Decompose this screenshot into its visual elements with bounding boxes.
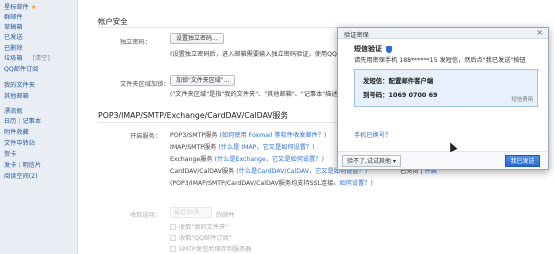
checkbox[interactable] xyxy=(170,224,176,230)
independent-password-desc: (设置独立密码后，进入邮箱需要输入独立密码验证，使用QQ邮箱需 xyxy=(170,51,356,58)
sidebar-item-reading-space[interactable]: 阅读空间(2) xyxy=(4,171,38,180)
service-row-exchange: Exchange服务 (什么是Exchange，它又是如何设置？) xyxy=(170,154,324,163)
sidebar-item-cards-postcards[interactable]: 发卡 | 明信片 xyxy=(4,160,41,169)
sms-instructions: 请先用密保手机 188******15 发短信，然后点"我已发送"按钮 xyxy=(354,57,526,64)
empty-spam-link[interactable]: [清空] xyxy=(33,55,50,62)
sidebar: 星标邮件 ★ 群邮件 草稿箱 已发送 已删除 垃圾箱 [清空] QQ邮件订阅 我的文… xyxy=(0,0,78,254)
checkbox-label: 收取"QQ邮件订阅" xyxy=(179,235,232,242)
checkbox-my-folders[interactable]: 收取"我的文件夹" xyxy=(170,222,228,231)
sidebar-item-other-mailboxes[interactable]: 其他邮箱 xyxy=(4,91,29,100)
service-row-ssl-note: (POP3/IMAP/SMTP/CardDAV/CalDAV服务均支持SSL连接… xyxy=(170,178,373,187)
dialog-body: 短信验证 请先用密保手机 188******15 发短信，然后点"我已发送"按钮… xyxy=(338,40,548,158)
sidebar-item-label: 其他邮箱 xyxy=(4,93,29,100)
close-icon[interactable]: × xyxy=(536,28,543,37)
help-link[interactable]: (什么是Exchange，它又是如何设置？) xyxy=(215,156,324,163)
sms-number[interactable]: 到号码：1069 0700 69 xyxy=(363,90,437,99)
sms-info-box: 发短信：配置邮件客户端 到号码：1069 0700 69 短信费用 xyxy=(354,69,538,107)
star-icon: ★ xyxy=(30,4,37,11)
sidebar-item-label: 明信片 xyxy=(22,162,42,169)
open-service-label: 开启服务： xyxy=(130,133,161,140)
sms-verify-heading: 短信验证 xyxy=(354,44,392,54)
help-link[interactable]: (什么是 IMAP，它又是如何设置？) xyxy=(218,144,314,151)
independent-password-label: 独立密码： xyxy=(120,39,151,46)
sidebar-item-label: 垃圾箱 xyxy=(4,55,23,62)
sidebar-item-my-folders[interactable]: 我的文件夹 xyxy=(4,80,35,89)
dialog-title: 验证密保 xyxy=(344,32,369,39)
heading-text: 短信验证 xyxy=(354,45,382,53)
verify-dialog: 验证密保 × 短信验证 请先用密保手机 188******15 发短信，然后点"… xyxy=(337,27,549,170)
sidebar-item-spam[interactable]: 垃圾箱 [清空] xyxy=(4,53,50,62)
receive-options-label: 收取选项： xyxy=(130,212,161,219)
receive-range-select[interactable]: 最近30天 xyxy=(170,207,212,218)
sms-content[interactable]: 发短信：配置邮件客户端 xyxy=(363,76,433,85)
sidebar-item-subscriptions[interactable]: QQ邮件订阅 xyxy=(4,64,39,73)
sidebar-item-label: QQ邮件订阅 xyxy=(4,66,39,73)
checkbox[interactable] xyxy=(170,235,176,241)
sidebar-item-label: 已删除 xyxy=(4,45,23,52)
sidebar-item-deleted[interactable]: 已删除 xyxy=(4,43,23,52)
service-name: POP3/SMTP服务 xyxy=(170,132,218,139)
shield-icon xyxy=(386,45,392,53)
sms-fee-note: 短信费用 xyxy=(511,97,533,103)
sidebar-item-label: 记事本 xyxy=(22,118,42,125)
ssl-note: (POP3/IMAP/SMTP/CardDAV/CalDAV服务均支持SSL连接… xyxy=(170,180,340,187)
sidebar-item-label: 群邮件 xyxy=(4,14,23,21)
divider xyxy=(98,122,348,123)
sidebar-item-label: 星标邮件 xyxy=(4,4,29,11)
sidebar-item-label: 发卡 xyxy=(4,162,17,169)
sidebar-item-label: 我的文件夹 xyxy=(4,82,35,89)
help-link[interactable]: (如何使用 Foxmail 等软件收发邮件？) xyxy=(219,132,326,139)
sidebar-item-drafts[interactable]: 草稿箱 xyxy=(4,22,23,31)
checkbox[interactable] xyxy=(170,246,176,252)
sent-button[interactable]: 我已发送 xyxy=(505,155,540,167)
sidebar-item-drift-bottle[interactable]: 漂流瓶 xyxy=(4,106,23,115)
try-other-method-button[interactable]: 验不了,试试其他 ▾ xyxy=(342,155,401,167)
checkbox-smtp-save[interactable]: SMTP发信后保存到服务器 xyxy=(170,244,251,253)
dialog-footer: 验不了,试试其他 ▾ 我已发送 xyxy=(338,151,548,169)
receive-suffix: 的邮件 xyxy=(216,212,235,219)
checkbox-label: SMTP发信后保存到服务器 xyxy=(179,246,252,253)
service-name: Exchange服务 xyxy=(170,156,213,163)
sidebar-item-starred[interactable]: 星标邮件 ★ xyxy=(4,2,36,11)
folder-lock-label: 文件夹区域加锁： xyxy=(120,81,170,88)
service-row-pop3: POP3/SMTP服务 (如何使用 Foxmail 等软件收发邮件？) xyxy=(170,130,326,139)
help-link[interactable]: 如何设置？) xyxy=(339,180,372,187)
checkbox-label: 收取"我的文件夹" xyxy=(179,224,229,231)
sidebar-item-file-transfer[interactable]: 文件中转站 xyxy=(4,138,35,147)
set-independent-password-button[interactable]: 设置独立密码... xyxy=(170,33,224,44)
sidebar-item-label: 漂流瓶 xyxy=(4,108,23,115)
sidebar-item-attachments[interactable]: 附件收藏 xyxy=(4,127,29,136)
separator: | xyxy=(18,162,21,169)
sidebar-item-label: 贺卡 xyxy=(4,151,17,158)
sidebar-item-label: 草稿箱 xyxy=(4,24,23,31)
pop-service-title: POP3/IMAP/SMTP/Exchange/CardDAV/CalDAV服务 xyxy=(98,111,289,120)
separator: | xyxy=(18,118,21,125)
sidebar-item-label: 阅读空间(2) xyxy=(4,173,38,180)
service-name: IMAP/SMTP服务 xyxy=(170,144,217,151)
sidebar-item-group-mail[interactable]: 群邮件 xyxy=(4,12,23,21)
sidebar-item-sent[interactable]: 已发送 xyxy=(4,32,23,41)
lock-folder-button[interactable]: 加锁"文件夹区域"... xyxy=(170,75,236,86)
sidebar-item-label: 附件收藏 xyxy=(4,129,29,136)
divider xyxy=(98,27,348,28)
sidebar-item-greeting-cards[interactable]: 贺卡 xyxy=(4,149,16,158)
service-name: CardDAV/CalDAV服务 xyxy=(170,168,235,175)
sidebar-item-label: 已发送 xyxy=(4,34,23,41)
dialog-header: 验证密保 × xyxy=(338,28,548,39)
sidebar-item-label: 日历 xyxy=(4,118,17,125)
checkbox-subscriptions[interactable]: 收取"QQ邮件订阅" xyxy=(170,233,232,242)
account-security-title: 帐户安全 xyxy=(98,17,128,26)
sidebar-item-calendar-notes[interactable]: 日历 | 记事本 xyxy=(4,116,41,125)
folder-lock-desc: ("文件夹区域"是指"我的文件夹"、"其他邮箱"、"记事本"描述，加 xyxy=(170,91,350,98)
service-row-imap: IMAP/SMTP服务 (什么是 IMAP，它又是如何设置？) xyxy=(170,142,315,151)
sidebar-item-label: 文件中转站 xyxy=(4,140,35,147)
phone-changed-link[interactable]: 手机已换号？ xyxy=(354,130,391,139)
